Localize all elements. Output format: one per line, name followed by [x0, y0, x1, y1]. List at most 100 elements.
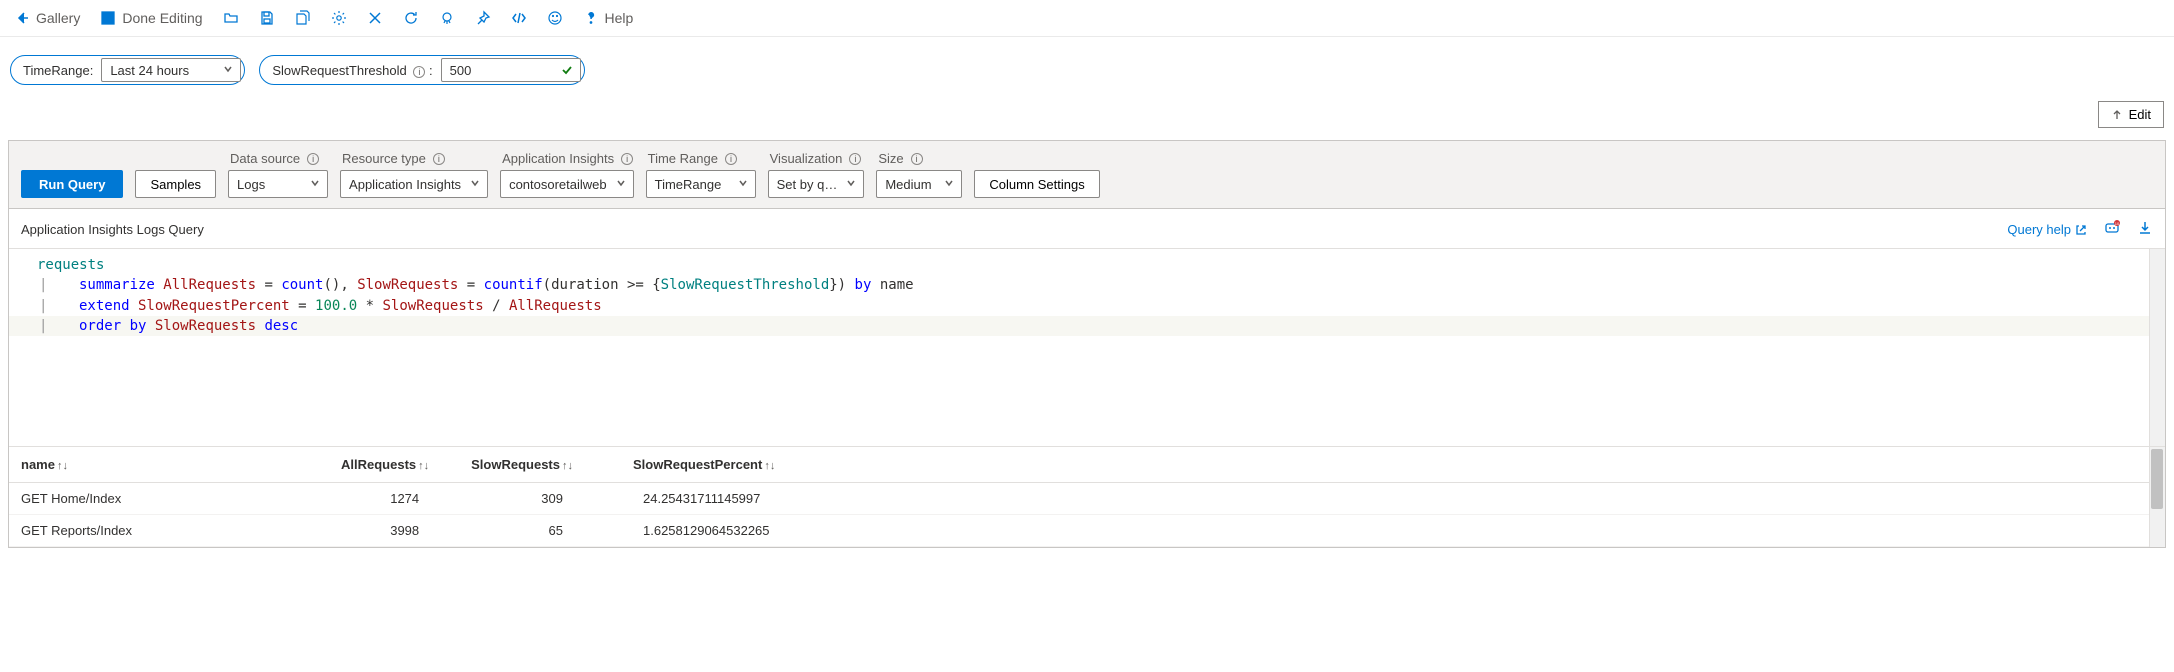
- col-header-name[interactable]: name↑↓: [9, 447, 329, 483]
- done-editing-button[interactable]: Done Editing: [96, 6, 206, 30]
- top-toolbar: Gallery Done Editing Help: [0, 0, 2174, 37]
- time-range-param-label: TimeRange:: [23, 63, 93, 78]
- help-label: Help: [605, 10, 634, 26]
- results-table-wrap: name↑↓ AllRequests↑↓ SlowRequests↑↓ Slow…: [9, 447, 2165, 547]
- done-editing-label: Done Editing: [122, 10, 202, 26]
- info-icon[interactable]: i: [849, 153, 861, 165]
- save-copy-icon: [295, 10, 311, 26]
- query-editor[interactable]: requests summarize AllRequests = count()…: [9, 249, 2165, 447]
- pin-icon: [475, 10, 491, 26]
- gallery-label: Gallery: [36, 10, 80, 26]
- visualization-select[interactable]: Set by q…: [768, 170, 865, 198]
- query-panel-header: Run Query Samples Data sourcei Logs Reso…: [9, 141, 2165, 209]
- settings-icon-button[interactable]: [327, 6, 351, 30]
- query-token: requests: [37, 257, 104, 273]
- data-source-select[interactable]: Logs: [228, 170, 328, 198]
- refresh-icon: [403, 10, 419, 26]
- column-settings-button[interactable]: Column Settings: [974, 170, 1099, 198]
- data-source-value: Logs: [237, 177, 265, 192]
- resource-type-value: Application Insights: [349, 177, 461, 192]
- info-icon[interactable]: i: [621, 153, 633, 165]
- resource-type-select[interactable]: Application Insights: [340, 170, 488, 198]
- slow-threshold-label: SlowRequestThreshold i :: [272, 63, 432, 78]
- help-button[interactable]: Help: [579, 6, 638, 30]
- slow-threshold-input[interactable]: 500: [441, 58, 581, 82]
- copilot-icon: 10: [2103, 219, 2121, 237]
- table-scrollbar[interactable]: [2149, 447, 2165, 547]
- help-icon: [583, 10, 599, 26]
- table-row[interactable]: GET Reports/Index 3998 65 1.625812906453…: [9, 515, 2165, 547]
- smiley-icon: [547, 10, 563, 26]
- feedback-icon-button[interactable]: [543, 6, 567, 30]
- up-arrow-icon: [2111, 109, 2123, 121]
- slow-threshold-param[interactable]: SlowRequestThreshold i : 500: [259, 55, 584, 85]
- samples-button[interactable]: Samples: [135, 170, 216, 198]
- external-link-icon: [2075, 224, 2087, 236]
- cell-name: GET Home/Index: [9, 483, 329, 515]
- cell-slow: 65: [459, 515, 603, 547]
- time-range-label: Time Rangei: [646, 151, 756, 166]
- save-icon-button[interactable]: [255, 6, 279, 30]
- gear-icon: [331, 10, 347, 26]
- scrollbar-thumb[interactable]: [2151, 449, 2163, 509]
- info-icon[interactable]: i: [413, 66, 425, 78]
- time-range-select[interactable]: TimeRange: [646, 170, 756, 198]
- chevron-down-icon: [469, 177, 481, 192]
- col-header-allrequests[interactable]: AllRequests↑↓: [329, 447, 459, 483]
- size-value: Medium: [885, 177, 931, 192]
- run-query-button[interactable]: Run Query: [21, 170, 123, 198]
- editor-scrollbar[interactable]: [2149, 249, 2165, 446]
- download-icon-button[interactable]: [2137, 220, 2153, 239]
- cell-name: GET Reports/Index: [9, 515, 329, 547]
- code-icon: [511, 10, 527, 26]
- info-icon[interactable]: i: [725, 153, 737, 165]
- cell-all: 3998: [329, 515, 459, 547]
- slow-threshold-value: 500: [450, 63, 472, 78]
- app-insights-value: contosoretailweb: [509, 177, 607, 192]
- broom-icon: [439, 10, 455, 26]
- close-icon-button[interactable]: [363, 6, 387, 30]
- info-icon[interactable]: i: [433, 153, 445, 165]
- size-select[interactable]: Medium: [876, 170, 962, 198]
- open-icon-button[interactable]: [219, 6, 243, 30]
- app-insights-label: Application Insightsi: [500, 151, 634, 166]
- pin-icon-button[interactable]: [471, 6, 495, 30]
- query-panel: Run Query Samples Data sourcei Logs Reso…: [8, 140, 2166, 548]
- save-as-icon-button[interactable]: [291, 6, 315, 30]
- parameters-row: TimeRange: Last 24 hours SlowRequestThre…: [0, 37, 2174, 101]
- edit-button[interactable]: Edit: [2098, 101, 2164, 128]
- info-icon[interactable]: i: [307, 153, 319, 165]
- panel-subtitle: Application Insights Logs Query: [21, 222, 204, 237]
- table-row[interactable]: GET Home/Index 1274 309 24.2543171114599…: [9, 483, 2165, 515]
- size-label: Sizei: [876, 151, 962, 166]
- copilot-icon-button[interactable]: 10: [2103, 219, 2121, 240]
- col-header-slowrequestpercent[interactable]: SlowRequestPercent↑↓: [603, 447, 803, 483]
- app-insights-select[interactable]: contosoretailweb: [500, 170, 634, 198]
- cell-all: 1274: [329, 483, 459, 515]
- time-range-param[interactable]: TimeRange: Last 24 hours: [10, 55, 245, 85]
- time-range-param-value: Last 24 hours: [110, 63, 189, 78]
- folder-open-icon: [223, 10, 239, 26]
- download-icon: [2137, 220, 2153, 236]
- edit-bar: Edit: [0, 101, 2174, 136]
- edit-button-label: Edit: [2129, 107, 2151, 122]
- code-icon-button[interactable]: [507, 6, 531, 30]
- arrow-left-icon: [14, 10, 30, 26]
- results-table: name↑↓ AllRequests↑↓ SlowRequests↑↓ Slow…: [9, 447, 2165, 547]
- clear-icon-button[interactable]: [435, 6, 459, 30]
- chevron-down-icon: [615, 177, 627, 192]
- chevron-down-icon: [309, 177, 321, 192]
- chevron-down-icon: [943, 177, 955, 192]
- back-gallery-button[interactable]: Gallery: [10, 6, 84, 30]
- time-range-value: TimeRange: [655, 177, 722, 192]
- chevron-down-icon: [222, 63, 234, 78]
- query-help-link[interactable]: Query help: [2007, 222, 2087, 237]
- col-header-slowrequests[interactable]: SlowRequests↑↓: [459, 447, 603, 483]
- cell-slow: 309: [459, 483, 603, 515]
- close-icon: [367, 10, 383, 26]
- chevron-down-icon: [737, 177, 749, 192]
- refresh-icon-button[interactable]: [399, 6, 423, 30]
- info-icon[interactable]: i: [911, 153, 923, 165]
- panel-subheader: Application Insights Logs Query Query he…: [9, 209, 2165, 249]
- time-range-param-select[interactable]: Last 24 hours: [101, 58, 241, 82]
